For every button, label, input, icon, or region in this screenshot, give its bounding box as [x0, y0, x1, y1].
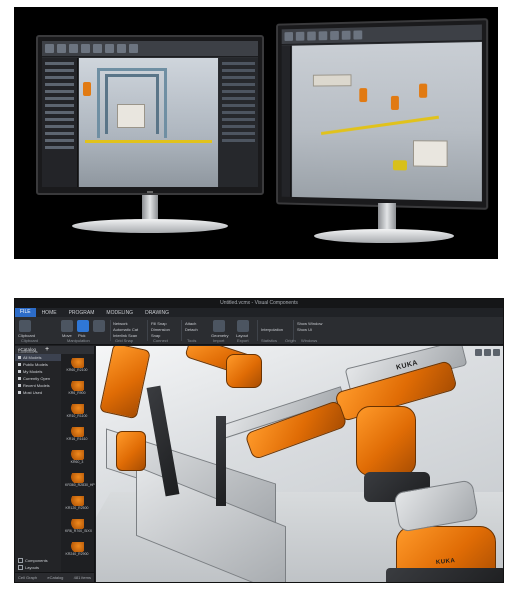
geometry-icon[interactable]	[213, 320, 225, 332]
catalog-items-panel: KR60_R2100 KR6_R900 KR10_R1100 KR16_R161…	[61, 354, 94, 572]
filter-layouts[interactable]: Layouts	[18, 565, 39, 570]
menu-tab-program[interactable]: PROGRAM	[63, 310, 101, 316]
ecatalog-tab[interactable]: eCatalog	[47, 575, 63, 580]
menu-tab-drawing[interactable]: DRAWING	[139, 310, 175, 316]
right-monitor-base	[314, 229, 454, 243]
robot-joint	[226, 354, 262, 388]
catalog-item[interactable]: KR10_R1100	[65, 404, 89, 418]
left-monitor	[36, 35, 264, 195]
catalog-footer: Cell Graph eCatalog 481 items	[15, 572, 94, 582]
ribbon-toolbar: Clipboard Move Pick Network Automatic Ca…	[15, 317, 503, 345]
viewport-toolbar-icon[interactable]	[475, 349, 500, 356]
ribbon-interpolation[interactable]: Interpolation	[261, 327, 283, 332]
group-manipulation: Manipulation	[67, 338, 90, 343]
group-export: Export	[237, 338, 249, 343]
group-import: Import	[213, 338, 224, 343]
catalog-item[interactable]: KR6_R700_SIXX	[65, 519, 89, 533]
snap-icon[interactable]	[93, 320, 105, 332]
catalog-item[interactable]: KR240_R2900	[65, 542, 89, 556]
menu-bar: FILE HOME PROGRAM MODELING DRAWING	[15, 308, 503, 317]
robot-thumbnail-icon	[70, 381, 84, 391]
menu-tab-modeling[interactable]: MODELING	[100, 310, 139, 316]
robot-thumbnail-icon	[70, 358, 84, 368]
mini-properties-panel	[219, 58, 258, 187]
catalog-item[interactable]: KR16_R1610	[65, 427, 89, 441]
3d-viewport[interactable]: KUKA KUKA	[96, 346, 503, 582]
robot-thumbnail-icon	[70, 496, 84, 506]
group-statistics: Statistics	[261, 338, 277, 343]
app-window: Untitled.vcmx - Visual Components FILE H…	[14, 298, 504, 583]
robot-thumbnail-icon	[70, 519, 84, 529]
catalog-item[interactable]: KR60_R2100	[65, 358, 89, 372]
catalog-item[interactable]: KR360_R2830_HP	[65, 473, 89, 487]
dual-monitor-photo	[14, 7, 498, 259]
robot-thumbnail-icon	[70, 542, 84, 552]
collection-all-models[interactable]: All Models	[15, 354, 61, 361]
mini-3d-view-layout	[292, 42, 482, 201]
ribbon-detach[interactable]: Detach	[185, 327, 198, 332]
mini-3d-view-gantry	[79, 58, 218, 187]
collection-public-models[interactable]: Public Models	[15, 361, 61, 368]
group-windows: Windows	[301, 338, 317, 343]
robot-joint	[116, 431, 146, 471]
robot-thumbnail-icon	[70, 427, 84, 437]
robot-thumbnail-icon	[70, 404, 84, 414]
robot-thumbnail-icon	[70, 473, 84, 483]
ribbon-automatic-cat[interactable]: Automatic Cat	[113, 327, 138, 332]
item-count: 481 items	[74, 575, 91, 580]
ribbon-show-window[interactable]: Show Window	[297, 321, 322, 326]
add-icon[interactable]: +	[45, 347, 49, 353]
group-clipboard: Clipboard	[21, 338, 38, 343]
right-monitor	[276, 18, 488, 210]
catalog-item[interactable]: KR6_R900	[65, 381, 89, 395]
layout-icon[interactable]	[237, 320, 249, 332]
clipboard-icon[interactable]	[19, 320, 31, 332]
filter-components[interactable]: Components	[18, 558, 48, 563]
mini-catalog-panel	[42, 58, 78, 187]
catalog-item[interactable]: KR120_R2500	[65, 496, 89, 510]
ribbon-attach[interactable]: Attach	[185, 321, 196, 326]
robot-thumbnail-icon	[70, 450, 84, 460]
group-origin: Origin	[285, 338, 296, 343]
right-monitor-screen	[282, 24, 482, 201]
collection-most-used[interactable]: Most Used	[15, 389, 61, 396]
fixture-post	[216, 416, 226, 506]
left-monitor-base	[72, 219, 228, 233]
pick-icon[interactable]	[77, 320, 89, 332]
ribbon-dimension[interactable]: Dimension	[151, 327, 170, 332]
left-monitor-screen	[42, 41, 258, 187]
catalog-item[interactable]: KR60_3	[65, 450, 89, 464]
group-tools: Tools	[187, 338, 196, 343]
robot-pedestal	[386, 568, 503, 582]
cell-graph-tab[interactable]: Cell Graph	[18, 575, 37, 580]
move-icon[interactable]	[61, 320, 73, 332]
group-connect: Connect	[153, 338, 168, 343]
collection-my-models[interactable]: My Models	[15, 368, 61, 375]
mini-ribbon	[42, 41, 258, 57]
title-bar: Untitled.vcmx - Visual Components	[15, 299, 503, 308]
menu-tab-home[interactable]: HOME	[36, 310, 63, 316]
ecatalog-panel: eCatalog + All Models Public Models My M…	[15, 346, 95, 582]
group-grid-snap: Grid Snap	[115, 338, 133, 343]
collections-label: Collections	[18, 349, 38, 354]
collection-recent-models[interactable]: Recent Models	[15, 382, 61, 389]
ribbon-show-ui[interactable]: Show Ui	[297, 327, 312, 332]
collections-panel: All Models Public Models My Models Curre…	[15, 354, 61, 572]
ribbon-fill-snap[interactable]: Fill Snap	[151, 321, 167, 326]
collection-currently-open[interactable]: Currently Open	[15, 375, 61, 382]
right-monitor-stand	[378, 203, 396, 231]
window-title: Untitled.vcmx - Visual Components	[15, 300, 503, 306]
robot-arm	[99, 346, 151, 419]
robot-base-joint	[356, 406, 416, 476]
menu-file[interactable]: FILE	[15, 308, 36, 317]
ribbon-network[interactable]: Network	[113, 321, 128, 326]
